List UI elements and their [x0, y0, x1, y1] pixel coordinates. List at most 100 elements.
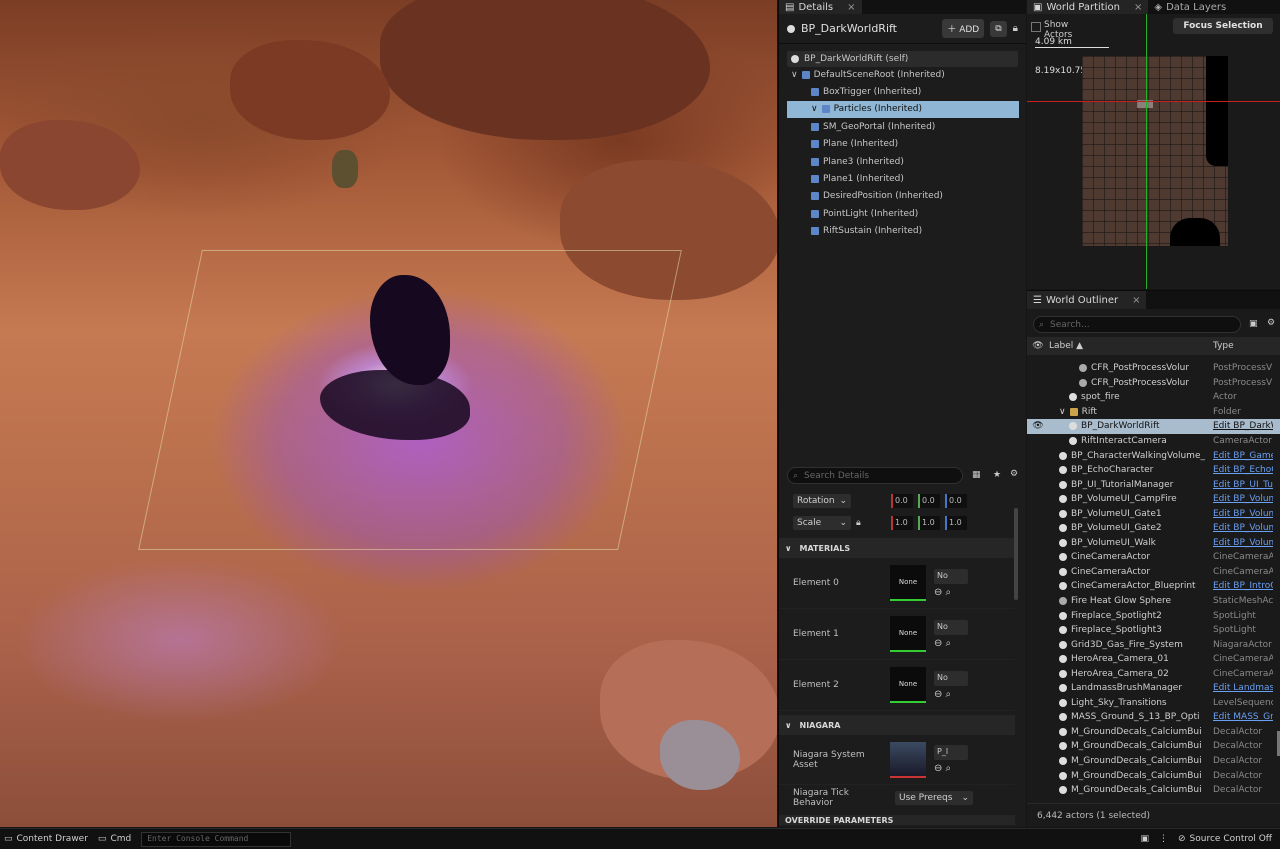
- component-tree-row[interactable]: RiftSustain (Inherited): [779, 223, 1027, 240]
- outliner-row[interactable]: M_GroundDecals_CalciumBui DecalActor: [1027, 783, 1280, 798]
- blueprint-options-icon[interactable]: ⧉: [990, 20, 1007, 37]
- outliner-row[interactable]: CFR_PostProcessVolur PostProcessV: [1027, 376, 1280, 391]
- component-tree-row[interactable]: Plane1 (Inherited): [779, 170, 1027, 187]
- rotation-combo[interactable]: Rotation ⌄: [793, 494, 851, 508]
- outliner-row[interactable]: RiftInteractCamera CameraActor: [1027, 434, 1280, 449]
- expander-icon[interactable]: ∨: [811, 104, 818, 114]
- outliner-row[interactable]: spot_fire Actor: [1027, 390, 1280, 405]
- outliner-row[interactable]: M_GroundDecals_CalciumBui DecalActor: [1027, 768, 1280, 783]
- component-tree-row[interactable]: Plane (Inherited): [779, 136, 1027, 153]
- outliner-row[interactable]: Light_Sky_Transitions LevelSequenc: [1027, 696, 1280, 711]
- outliner-row[interactable]: BP_VolumeUI_Walk Edit BP_Volum: [1027, 536, 1280, 551]
- type-column-header[interactable]: Type: [1213, 341, 1234, 351]
- outliner-row[interactable]: BP_UI_TutorialManager Edit BP_UI_Tu: [1027, 477, 1280, 492]
- level-viewport[interactable]: [0, 0, 777, 827]
- outliner-row[interactable]: BP_VolumeUI_Gate1 Edit BP_Volum: [1027, 506, 1280, 521]
- rotation-x-field[interactable]: 0.0: [891, 494, 913, 508]
- component-tree-row[interactable]: ∨ Particles (Inherited): [787, 100, 1019, 119]
- outliner-row[interactable]: CineCameraActor CineCameraAc: [1027, 550, 1280, 565]
- material-thumbnail[interactable]: None: [890, 565, 926, 601]
- material-combo[interactable]: No: [934, 670, 968, 686]
- add-component-button[interactable]: ＋ ADD: [942, 19, 985, 38]
- more-icon[interactable]: ⋮: [1159, 834, 1168, 844]
- outliner-row[interactable]: Fireplace_Spotlight2 SpotLight: [1027, 608, 1280, 623]
- details-scrollbar[interactable]: [1014, 508, 1018, 600]
- scale-combo[interactable]: Scale ⌄: [793, 516, 851, 530]
- edit-blueprint-link[interactable]: Edit BP_Volum: [1213, 494, 1273, 504]
- material-thumbnail[interactable]: None: [890, 667, 926, 703]
- outliner-row[interactable]: Grid3D_Gas_Fire_System NiagaraActor: [1027, 637, 1280, 652]
- world-partition-map[interactable]: [1082, 56, 1228, 246]
- outliner-row[interactable]: Fire Heat Glow Sphere StaticMeshAct: [1027, 594, 1280, 609]
- close-icon[interactable]: ×: [847, 2, 855, 13]
- outliner-row[interactable]: MASS_Ground_S_13_BP_Opti Edit MASS_Gr: [1027, 710, 1280, 725]
- expander-icon[interactable]: ∨: [1059, 407, 1066, 417]
- panel-icon[interactable]: ▣: [1140, 834, 1149, 844]
- gear-icon[interactable]: ⚙: [1267, 318, 1275, 328]
- rotation-z-field[interactable]: 0.0: [945, 494, 967, 508]
- eye-icon[interactable]: 👁︎: [1027, 421, 1049, 431]
- lock-icon[interactable]: 🔒︎: [1013, 23, 1018, 34]
- rotation-y-field[interactable]: 0.0: [918, 494, 940, 508]
- star-icon[interactable]: ★: [993, 470, 1001, 480]
- table-view-icon[interactable]: ▦: [972, 470, 981, 480]
- edit-blueprint-link[interactable]: Edit Landmas: [1213, 683, 1273, 693]
- outliner-row[interactable]: CineCameraActor CineCameraAc: [1027, 565, 1280, 580]
- niagara-system-combo[interactable]: P_l: [934, 745, 968, 760]
- browse-icon[interactable]: ⊖ ⌕: [934, 689, 968, 700]
- tab-world-outliner[interactable]: ☰ World Outliner ×: [1027, 291, 1147, 309]
- outliner-row[interactable]: LandmassBrushManager Edit Landmas: [1027, 681, 1280, 696]
- outliner-row[interactable]: HeroArea_Camera_02 CineCameraAc: [1027, 666, 1280, 681]
- tab-data-layers[interactable]: ◈ Data Layers: [1148, 0, 1233, 14]
- edit-blueprint-link[interactable]: Edit BP_Volum: [1213, 509, 1273, 519]
- override-section[interactable]: OVERRIDE PARAMETERS: [779, 815, 1015, 825]
- tab-world-partition[interactable]: ▣ World Partition ×: [1027, 0, 1149, 14]
- material-combo[interactable]: No: [934, 619, 968, 635]
- edit-blueprint-link[interactable]: Edit BP_Game: [1213, 451, 1273, 461]
- browse-icon[interactable]: ⊖ ⌕: [934, 763, 968, 774]
- label-column-header[interactable]: Label ▲: [1049, 341, 1213, 351]
- component-tree-row[interactable]: Plane3 (Inherited): [779, 153, 1027, 170]
- cmd-button[interactable]: ▭ Cmd: [98, 834, 131, 844]
- add-folder-icon[interactable]: ▣: [1249, 319, 1258, 329]
- edit-blueprint-link[interactable]: Edit BP_Volum: [1213, 538, 1273, 548]
- component-tree-row[interactable]: DesiredPosition (Inherited): [779, 188, 1027, 205]
- outliner-row[interactable]: M_GroundDecals_CalciumBui DecalActor: [1027, 725, 1280, 740]
- niagara-tick-combo[interactable]: Use Prereqs ⌄: [895, 791, 973, 805]
- close-icon[interactable]: ×: [1134, 2, 1142, 13]
- console-input[interactable]: Enter Console Command: [141, 831, 292, 847]
- material-thumbnail[interactable]: None: [890, 616, 926, 652]
- edit-blueprint-link[interactable]: Edit BP_EchoC: [1213, 465, 1273, 475]
- outliner-row[interactable]: CFR_PostProcessVolur PostProcessV: [1027, 361, 1280, 376]
- outliner-search-input[interactable]: ⌕ Search...: [1033, 316, 1241, 333]
- component-tree-row[interactable]: SM_GeoPortal (Inherited): [779, 118, 1027, 135]
- search-details-input[interactable]: ⌕ Search Details: [787, 467, 963, 484]
- tab-details[interactable]: ▤ Details ×: [779, 0, 862, 14]
- edit-blueprint-link[interactable]: Edit BP_Volum: [1213, 523, 1273, 533]
- edit-blueprint-link[interactable]: Edit BP_IntroC: [1213, 581, 1273, 591]
- source-control-button[interactable]: ⊘ Source Control Off: [1178, 834, 1272, 844]
- outliner-row[interactable]: HeroArea_Camera_01 CineCameraAc: [1027, 652, 1280, 667]
- expander-icon[interactable]: ∨: [791, 70, 798, 80]
- component-tree-row[interactable]: PointLight (Inherited): [779, 205, 1027, 222]
- outliner-row[interactable]: 👁︎ BP_DarkWorldRift Edit BP_DarkW: [1027, 419, 1280, 434]
- edit-blueprint-link[interactable]: Edit MASS_Gr: [1213, 712, 1273, 722]
- outliner-row[interactable]: BP_EchoCharacter Edit BP_EchoC: [1027, 463, 1280, 478]
- scale-z-field[interactable]: 1.0: [945, 516, 967, 530]
- component-tree-row[interactable]: BoxTrigger (Inherited): [779, 83, 1027, 100]
- scale-x-field[interactable]: 1.0: [891, 516, 913, 530]
- niagara-thumbnail[interactable]: [890, 741, 926, 778]
- outliner-row[interactable]: BP_VolumeUI_Gate2 Edit BP_Volum: [1027, 521, 1280, 536]
- material-combo[interactable]: No: [934, 568, 968, 584]
- outliner-row[interactable]: Fireplace_Spotlight3 SpotLight: [1027, 623, 1280, 638]
- focus-selection-button[interactable]: Focus Selection: [1173, 18, 1273, 34]
- edit-blueprint-link[interactable]: Edit BP_UI_Tu: [1213, 480, 1273, 490]
- niagara-section[interactable]: ∨ NIAGARA: [779, 715, 1015, 735]
- edit-blueprint-link[interactable]: Edit BP_DarkW: [1213, 421, 1273, 431]
- self-row[interactable]: BP_DarkWorldRift (self): [787, 51, 1018, 67]
- materials-section[interactable]: ∨ MATERIALS: [779, 538, 1015, 558]
- browse-icon[interactable]: ⊖ ⌕: [934, 638, 968, 649]
- eye-icon[interactable]: 👁︎: [1027, 341, 1049, 351]
- outliner-row[interactable]: M_GroundDecals_CalciumBui DecalActor: [1027, 754, 1280, 769]
- lock-icon[interactable]: 🔒︎: [856, 518, 886, 528]
